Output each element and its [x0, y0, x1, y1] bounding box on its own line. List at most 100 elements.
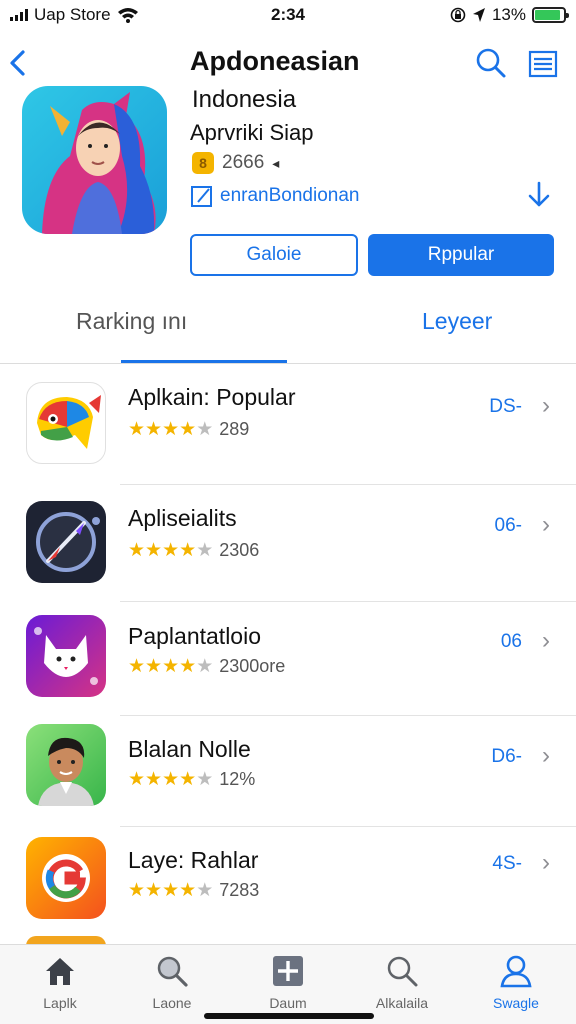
chevron-right-icon[interactable]: ›: [542, 742, 550, 770]
app-rating-count: 2666: [222, 152, 265, 173]
star-filled-icon: ★: [179, 419, 197, 440]
item-action[interactable]: 4S-: [492, 853, 522, 875]
app-region: Indonesia: [192, 86, 297, 113]
star-empty-icon: ★: [196, 880, 214, 901]
star-rating: ★★★★★: [128, 418, 213, 441]
tab-home[interactable]: Laplk: [10, 953, 110, 1011]
developer-link[interactable]: enranBondionan: [190, 184, 359, 208]
share-mark: ◂: [272, 154, 280, 171]
list-item[interactable]: Apliseialits ★★★★★ 2306 06- ›: [0, 485, 576, 603]
carrier-label: Uap Store: [34, 5, 111, 24]
status-right: 13%: [450, 5, 569, 25]
tab-label: Daum: [269, 995, 307, 1011]
tab-search[interactable]: Laone: [122, 953, 222, 1011]
star-rating: ★★★★★: [128, 768, 213, 791]
wifi-icon: [117, 8, 138, 23]
list-item[interactable]: Laye: Rahlar ★★★★★ 7283 4S- ›: [0, 827, 576, 945]
signal-icon: [10, 9, 28, 21]
star-filled-icon: ★: [162, 419, 180, 440]
tab-ranking[interactable]: Rarking ını: [76, 308, 187, 335]
search-icon: [157, 956, 188, 987]
item-name: Paplantatloio: [128, 623, 261, 649]
primary-button[interactable]: Rppular: [368, 234, 554, 276]
star-filled-icon: ★: [162, 769, 180, 790]
list-item[interactable]: Paplantatloio ★★★★★ 2300ore 06 ›: [0, 601, 576, 719]
age-badge: 8: [192, 152, 214, 174]
star-filled-icon: ★: [128, 540, 146, 561]
chevron-left-icon[interactable]: [6, 46, 30, 80]
star-empty-icon: ★: [196, 656, 214, 677]
list-menu-icon[interactable]: [528, 50, 558, 78]
star-filled-icon: ★: [162, 880, 180, 901]
status-bar: Uap Store 2:34 13%: [0, 0, 576, 30]
item-name: Aplkain: Popular: [128, 384, 296, 410]
rating-count: 2300ore: [219, 656, 286, 676]
item-rating: ★★★★★ 2300ore: [128, 655, 285, 678]
app-meta-row: 8 2666 ◂: [192, 152, 279, 174]
item-name: Apliseialits: [128, 505, 237, 531]
secondary-button[interactable]: Galoie: [190, 234, 358, 276]
person-icon: [500, 955, 532, 988]
item-action[interactable]: 06: [501, 631, 522, 653]
tab-add[interactable]: Daum: [238, 953, 338, 1011]
item-action[interactable]: DS-: [489, 396, 522, 418]
chevron-right-icon[interactable]: ›: [542, 511, 550, 539]
item-action[interactable]: D6-: [491, 746, 522, 768]
rating-count: 12%: [219, 769, 256, 789]
tab-label: Alkalaila: [375, 995, 429, 1011]
star-filled-icon: ★: [145, 769, 163, 790]
edit-square-icon: [191, 186, 212, 207]
rating-count: 2306: [219, 540, 260, 560]
list-item[interactable]: Aplkain: Popular ★★★★★ 289 DS- ›: [0, 364, 576, 485]
star-filled-icon: ★: [128, 656, 146, 677]
star-rating: ★★★★★: [128, 655, 213, 678]
battery-icon: [532, 7, 569, 23]
tab-label: Swagle: [493, 995, 539, 1011]
tab-layer[interactable]: Leyeer: [422, 308, 492, 335]
star-filled-icon: ★: [179, 880, 197, 901]
star-filled-icon: ★: [179, 769, 197, 790]
tab-profile[interactable]: Swagle: [466, 953, 566, 1011]
rainbow-bird-icon: [26, 382, 106, 464]
item-name: Laye: Rahlar: [128, 847, 259, 873]
star-rating: ★★★★★: [128, 539, 213, 562]
status-left: Uap Store: [10, 5, 139, 25]
search-icon: [387, 956, 418, 987]
search-icon[interactable]: [474, 46, 508, 80]
app-icon: [22, 86, 167, 234]
star-filled-icon: ★: [128, 769, 146, 790]
item-name: Blalan Nolle: [128, 736, 251, 762]
star-filled-icon: ★: [145, 419, 163, 440]
download-arrow-icon[interactable]: [524, 180, 554, 210]
g-logo-icon: [26, 837, 106, 919]
app-subtitle: Aprvriki Siap: [190, 120, 314, 145]
item-action[interactable]: 06-: [495, 515, 522, 537]
list-item[interactable]: Blalan Nolle ★★★★★ 12% D6- ›: [0, 716, 576, 834]
star-filled-icon: ★: [179, 540, 197, 561]
rating-count: 289: [219, 419, 250, 439]
location-arrow-icon: [472, 8, 485, 22]
star-filled-icon: ★: [145, 540, 163, 561]
battery-percent: 13%: [491, 5, 526, 24]
home-indicator: [204, 1013, 374, 1019]
chevron-right-icon[interactable]: ›: [542, 627, 550, 655]
tab-label: Laone: [152, 995, 192, 1011]
bottom-tab-bar: Laplk Laone Daum Alkalaila Swagle: [0, 944, 576, 1024]
star-filled-icon: ★: [162, 540, 180, 561]
star-filled-icon: ★: [145, 656, 163, 677]
compass-brush-icon: [26, 501, 106, 583]
star-rating: ★★★★★: [128, 879, 213, 902]
star-filled-icon: ★: [162, 656, 180, 677]
developer-name: enranBondionan: [220, 185, 360, 206]
item-rating: ★★★★★ 289: [128, 418, 249, 441]
chevron-right-icon[interactable]: ›: [542, 392, 550, 420]
chevron-right-icon[interactable]: ›: [542, 849, 550, 877]
star-empty-icon: ★: [196, 769, 214, 790]
cat-face-icon: [26, 615, 106, 697]
star-filled-icon: ★: [128, 419, 146, 440]
tab-search-alt[interactable]: Alkalaila: [352, 953, 452, 1011]
plus-square-icon: [273, 956, 303, 986]
star-filled-icon: ★: [145, 880, 163, 901]
man-portrait-icon: [26, 724, 106, 806]
star-empty-icon: ★: [196, 419, 214, 440]
